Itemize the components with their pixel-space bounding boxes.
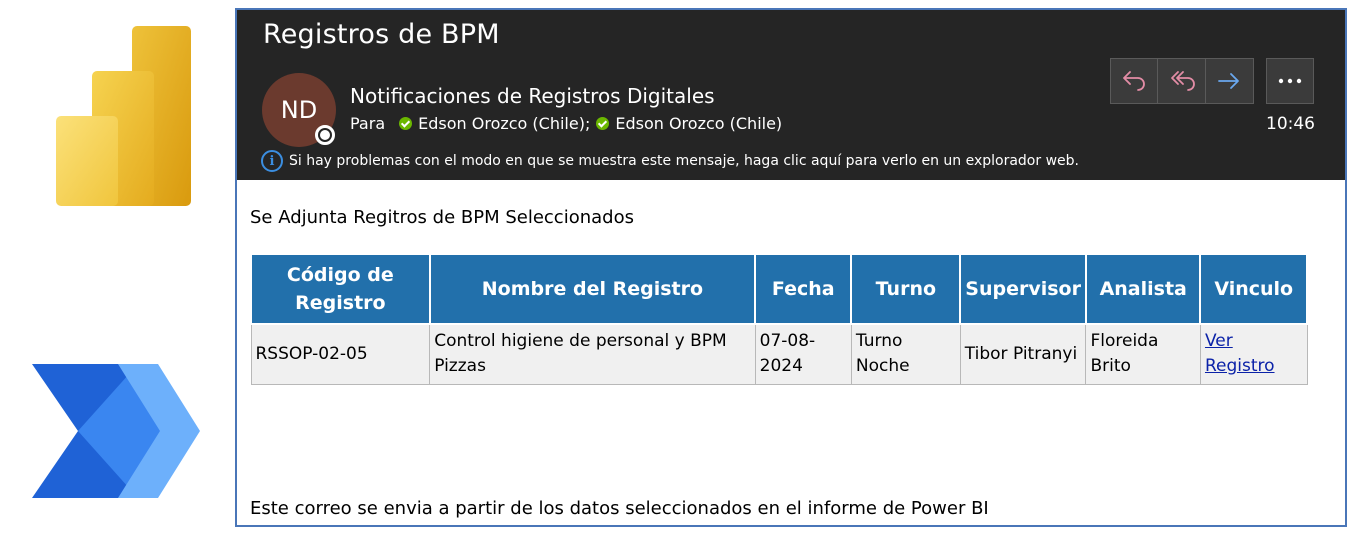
- forward-icon: [1218, 73, 1240, 89]
- cell-codigo: RSSOP-02-05: [250, 323, 431, 385]
- verified-check-icon: [399, 117, 413, 130]
- recipient[interactable]: Edson Orozco (Chile): [615, 114, 782, 133]
- cell-supervisor: Tibor Pitranyi: [959, 323, 1087, 385]
- recipient[interactable]: Edson Orozco (Chile);: [418, 114, 590, 133]
- to-label: Para: [350, 114, 386, 133]
- forward-button[interactable]: [1205, 59, 1254, 103]
- email-subject: Registros de BPM: [263, 19, 500, 50]
- reply-all-button[interactable]: [1158, 59, 1206, 103]
- cell-analista: Floreida Brito: [1085, 323, 1201, 385]
- column-header: Nombre del Registro: [428, 253, 757, 325]
- reply-all-icon: [1170, 71, 1195, 91]
- column-header: Supervisor: [959, 253, 1087, 325]
- column-header: Código de Registro: [250, 253, 431, 325]
- info-icon: i: [261, 150, 283, 172]
- column-header: Fecha: [754, 253, 853, 325]
- cell-turno: Turno Noche: [850, 323, 961, 385]
- email-intro-text: Se Adjunta Regitros de BPM Seleccionados: [250, 207, 634, 228]
- column-header: Analista: [1084, 253, 1202, 325]
- cell-vinculo: Ver Registro: [1199, 323, 1308, 385]
- more-options-button[interactable]: [1266, 58, 1314, 104]
- cell-fecha: 07-08-2024: [754, 323, 852, 385]
- message-actions: [1110, 58, 1254, 104]
- sender-name[interactable]: Notificaciones de Registros Digitales: [350, 84, 715, 108]
- power-bi-logo: [56, 26, 191, 206]
- power-automate-logo: [32, 364, 200, 498]
- email-window: Registros de BPM ND Notificaciones de Re…: [235, 8, 1347, 527]
- cell-nombre: Control higiene de personal y BPM Pizzas: [429, 323, 756, 385]
- table-header-row: Código de Registro Nombre del Registro F…: [250, 253, 1308, 325]
- table-row: RSSOP-02-05 Control higiene de personal …: [250, 323, 1308, 385]
- received-time: 10:46: [1266, 114, 1315, 134]
- column-header: Vinculo: [1199, 253, 1308, 325]
- records-table: Código de Registro Nombre del Registro F…: [250, 253, 1308, 385]
- info-message[interactable]: Si hay problemas con el modo en que se m…: [289, 153, 1079, 169]
- more-icon: [1278, 78, 1302, 84]
- presence-status-icon: [315, 125, 335, 145]
- column-header: Turno: [850, 253, 962, 325]
- email-footer-text: Este correo se envia a partir de los dat…: [250, 498, 989, 519]
- reply-icon: [1123, 71, 1146, 91]
- verified-check-icon: [596, 117, 610, 130]
- recipients-line: Para Edson Orozco (Chile); Edson Orozco …: [350, 114, 782, 133]
- email-header: Registros de BPM ND Notificaciones de Re…: [237, 10, 1345, 180]
- ver-registro-link[interactable]: Ver Registro: [1205, 331, 1275, 376]
- reply-button[interactable]: [1111, 59, 1159, 103]
- info-bar[interactable]: i Si hay problemas con el modo en que se…: [261, 150, 1079, 172]
